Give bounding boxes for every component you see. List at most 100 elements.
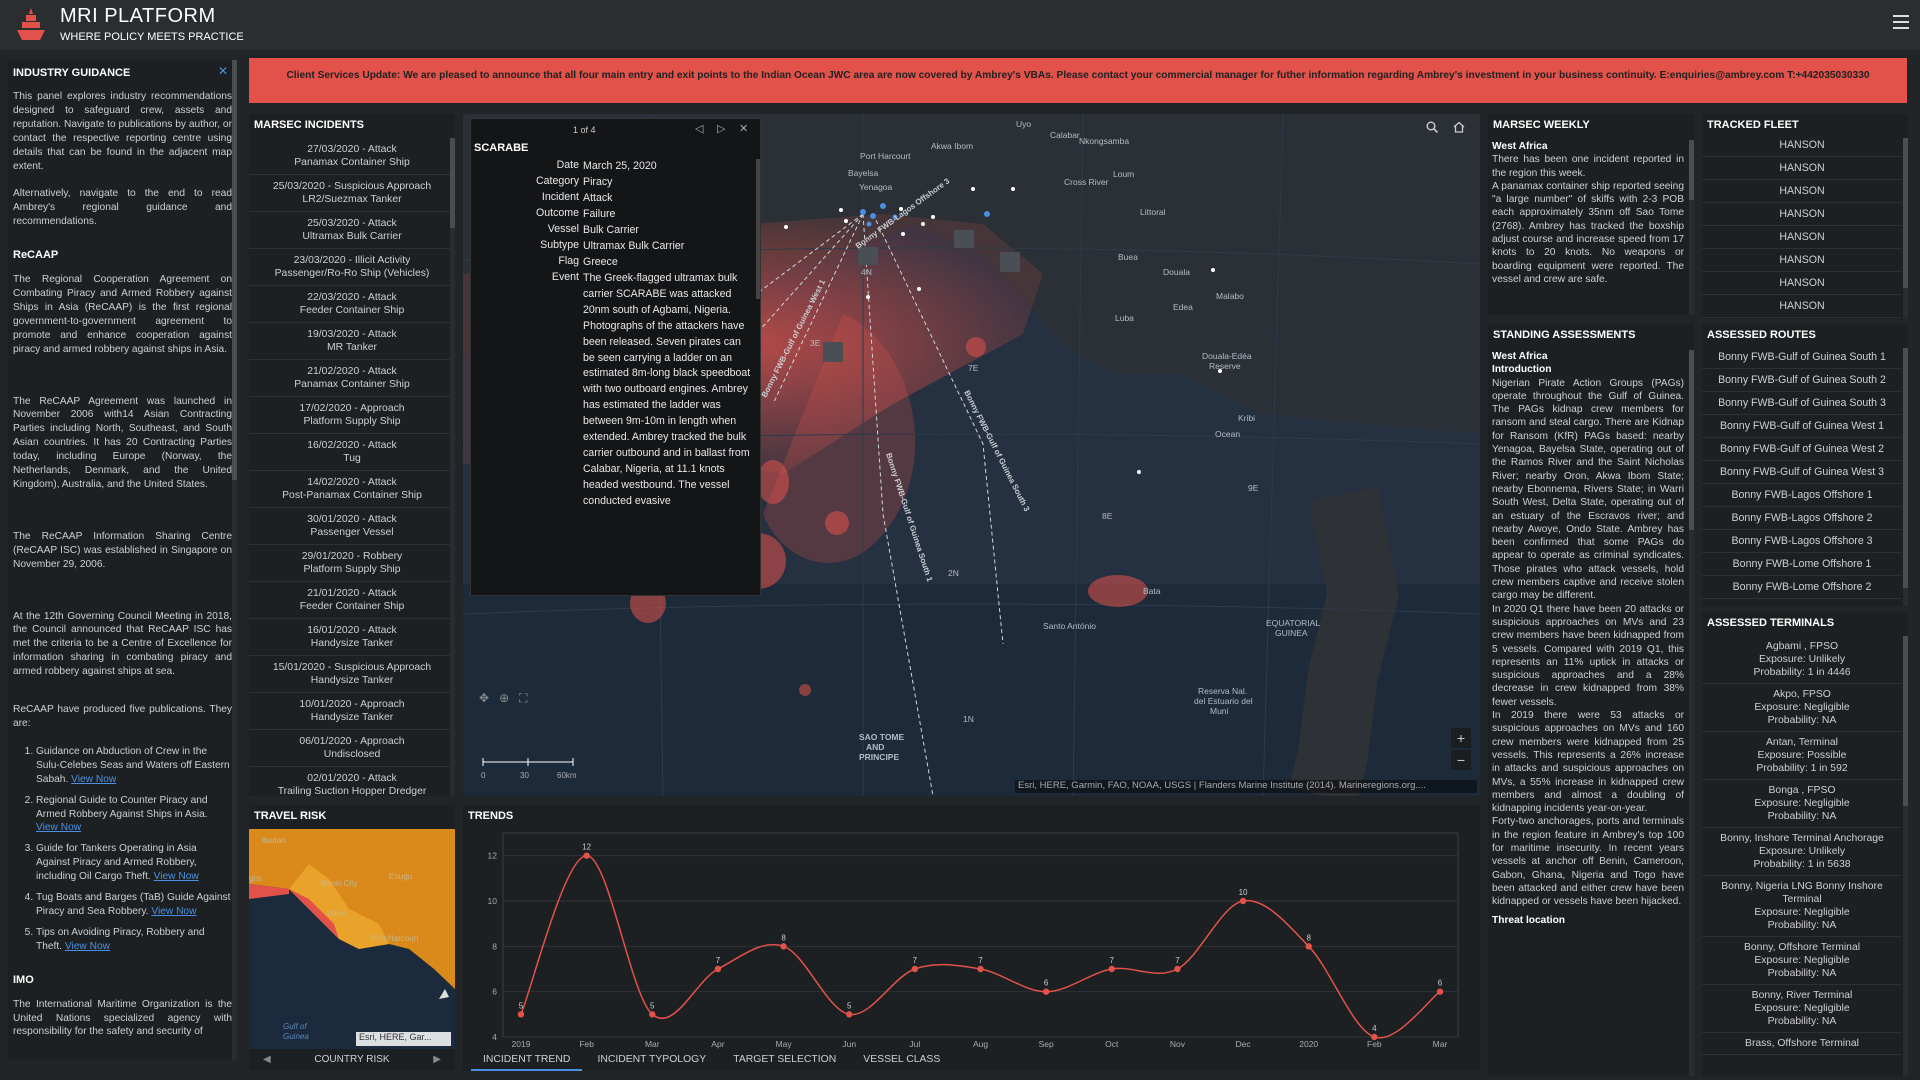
previous-icon[interactable]: ◁ xyxy=(695,122,703,135)
incident-list-item[interactable]: 29/01/2020 - Robbery Platform Supply Ship xyxy=(249,545,455,582)
route-item[interactable]: Bonny FWB-Lome Offshore 2 xyxy=(1702,576,1902,599)
data-point[interactable] xyxy=(1108,965,1115,973)
fleet-vessel-item[interactable]: HANSON xyxy=(1702,157,1902,180)
incident-list-item[interactable]: 21/01/2020 - Attack Feeder Container Ship xyxy=(249,582,455,619)
incident-list-item[interactable]: 17/02/2020 - Approach Platform Supply Shi… xyxy=(249,397,455,434)
scrollbar[interactable] xyxy=(232,60,237,1060)
fleet-vessel-item[interactable]: HANSON xyxy=(1702,249,1902,272)
terminal-item[interactable]: Bonga , FPSO Exposure: Negligible Probabil… xyxy=(1702,780,1902,828)
data-point[interactable] xyxy=(583,852,590,859)
incident-list-item[interactable]: 30/01/2020 - Attack Passenger Vessel xyxy=(249,508,455,545)
route-item[interactable]: Bonny FWB-Gulf of Guinea West 1 xyxy=(1702,415,1902,438)
data-point[interactable] xyxy=(1371,1033,1378,1041)
incident-list-item[interactable]: 02/01/2020 - Attack Trailing Suction Hopp… xyxy=(249,767,455,796)
svg-text:Gulf of: Gulf of xyxy=(283,1022,307,1031)
scrollbar[interactable] xyxy=(756,159,760,299)
data-point[interactable] xyxy=(1042,988,1050,995)
incident-list-item[interactable]: 25/03/2020 - Attack Ultramax Bulk Carrier xyxy=(249,212,455,249)
incident-list-item[interactable]: 27/03/2020 - Attack Panamax Container Shi… xyxy=(249,138,455,175)
fleet-vessel-item[interactable]: HANSON xyxy=(1702,134,1902,157)
zoom-in-button[interactable]: + xyxy=(1451,728,1471,748)
fleet-vessel-item[interactable]: HANSON xyxy=(1702,203,1902,226)
incident-list-item[interactable]: 25/03/2020 - Suspicious Approach LR2/Suez… xyxy=(249,175,455,212)
incident-list-item[interactable]: 14/02/2020 - Attack Post-Panamax Containe… xyxy=(249,471,455,508)
data-point[interactable] xyxy=(977,965,984,973)
view-now-link[interactable]: View Now xyxy=(36,822,81,833)
route-item[interactable]: Bonny FWB-Gulf of Guinea South 3 xyxy=(1702,392,1902,415)
incident-list-item[interactable]: 06/01/2020 - Approach Undisclosed xyxy=(249,730,455,767)
tab-incident-typology[interactable]: INCIDENT TYPOLOGY xyxy=(585,1049,718,1071)
terminal-item[interactable]: Bonny, Offshore Terminal Exposure: Neglig… xyxy=(1702,937,1902,985)
route-item[interactable]: Bonny FWB-Gulf of Guinea South 1 xyxy=(1702,346,1902,369)
route-item[interactable]: Bonny FWB-Lagos Offshore 3 xyxy=(1702,530,1902,553)
incident-date-type: 22/03/2020 - Attack xyxy=(307,292,397,303)
tab-vessel-class[interactable]: VESSEL CLASS xyxy=(851,1049,952,1071)
data-point[interactable] xyxy=(780,943,787,950)
incident-list-item[interactable]: 15/01/2020 - Suspicious Approach Handysiz… xyxy=(249,656,455,693)
incident-vessel-type: Handysize Tanker xyxy=(310,675,394,686)
data-point[interactable] xyxy=(1305,943,1312,950)
data-point[interactable] xyxy=(911,965,919,973)
previous-icon[interactable]: ◀ xyxy=(263,1049,271,1071)
route-item[interactable]: Bonny FWB-Gulf of Guinea West 2 xyxy=(1702,438,1902,461)
route-item[interactable]: Bonny FWB-Lome Offshore 1 xyxy=(1702,553,1902,576)
data-point[interactable] xyxy=(714,965,722,973)
terminal-item[interactable]: Bonny, Nigeria LNG Bonny Inshore Termina… xyxy=(1702,876,1902,937)
tab-incident-trend[interactable]: INCIDENT TREND xyxy=(471,1049,583,1071)
hamburger-menu-icon[interactable] xyxy=(1893,15,1909,29)
terminal-item[interactable]: Bonny, Inshore Terminal Anchorage Exposur… xyxy=(1702,828,1902,876)
terminal-item[interactable]: Antan, Terminal Exposure: Possible Probabi… xyxy=(1702,732,1902,780)
fleet-vessel-item[interactable]: HANSON xyxy=(1702,295,1902,318)
view-now-link[interactable]: View Now xyxy=(151,906,196,917)
incident-list-item[interactable]: 10/01/2020 - Approach Handysize Tanker xyxy=(249,693,455,730)
travel-risk-map[interactable]: Ibadan gos Benin City Enugu Warri Port Harcou… xyxy=(249,829,455,1049)
terminal-exposure: Exposure: Negligible xyxy=(1754,907,1850,918)
data-point[interactable] xyxy=(1174,965,1181,973)
scrollbar[interactable] xyxy=(1903,348,1908,606)
scrollbar[interactable] xyxy=(1689,350,1694,1076)
search-icon[interactable] xyxy=(1426,121,1438,133)
scrollbar[interactable] xyxy=(1903,636,1908,1076)
incident-list-item[interactable]: 21/02/2020 - Attack Panamax Container Shi… xyxy=(249,360,455,397)
scrollbar[interactable] xyxy=(1903,138,1908,319)
view-now-link[interactable]: View Now xyxy=(71,774,116,785)
route-item[interactable]: Bonny FWB-Lagos Offshore 1 xyxy=(1702,484,1902,507)
tab-country-risk[interactable]: COUNTRY RISK xyxy=(314,1054,389,1065)
incident-list-item[interactable]: 16/02/2020 - Attack Tug xyxy=(249,434,455,471)
tab-target-selection[interactable]: TARGET SELECTION xyxy=(721,1049,848,1071)
view-now-link[interactable]: View Now xyxy=(154,871,199,882)
zoom-out-button[interactable]: − xyxy=(1451,750,1471,770)
close-icon[interactable]: ✕ xyxy=(739,122,748,135)
data-point[interactable] xyxy=(846,1011,853,1018)
fleet-vessel-item[interactable]: HANSON xyxy=(1702,226,1902,249)
fleet-vessel-item[interactable]: HANSON xyxy=(1702,180,1902,203)
expand-icon[interactable]: ⛶ xyxy=(519,691,527,705)
incident-list-item[interactable]: 19/03/2020 - Attack MR Tanker xyxy=(249,323,455,360)
route-item[interactable]: Bonny FWB-Gulf of Guinea South 2 xyxy=(1702,369,1902,392)
data-point[interactable] xyxy=(1239,897,1247,905)
fleet-vessel-item[interactable]: HANSON xyxy=(1702,272,1902,295)
incident-list-item[interactable]: 23/03/2020 - Illicit Activity Passenger/R… xyxy=(249,249,455,286)
incident-list-item[interactable]: 22/03/2020 - Attack Feeder Container Ship xyxy=(249,286,455,323)
pan-icon[interactable]: ✥ xyxy=(479,691,489,705)
terminal-item[interactable]: Akpo, FPSO Exposure: Negligible Probabilit… xyxy=(1702,684,1902,732)
terminal-item[interactable]: Brass, Offshore Terminal xyxy=(1702,1033,1902,1055)
route-item[interactable]: Bonny FWB-Lagos Offshore 2 xyxy=(1702,507,1902,530)
home-icon[interactable] xyxy=(1453,121,1465,133)
zoom-to-icon[interactable]: ⊕ xyxy=(499,691,509,705)
route-item[interactable]: Bonny FWB-Gulf of Guinea West 3 xyxy=(1702,461,1902,484)
svg-text:Port Harcourt: Port Harcourt xyxy=(371,934,419,943)
next-icon[interactable]: ▶ xyxy=(433,1049,441,1071)
terminal-item[interactable]: Agbami , FPSO Exposure: Unlikely Probabili… xyxy=(1702,636,1902,684)
terminal-item[interactable]: Bonny, River Terminal Exposure: Negligibl… xyxy=(1702,985,1902,1033)
x-tick-label: Mar xyxy=(1433,1039,1448,1049)
next-icon[interactable]: ▷ xyxy=(717,122,725,135)
view-now-link[interactable]: View Now xyxy=(65,941,110,952)
collapse-icon[interactable]: ✕ xyxy=(218,64,228,78)
incident-list-item[interactable]: 16/01/2020 - Attack Handysize Tanker xyxy=(249,619,455,656)
data-point[interactable] xyxy=(517,1011,525,1018)
scrollbar[interactable] xyxy=(450,138,455,796)
data-point[interactable] xyxy=(649,1011,656,1018)
scrollbar[interactable] xyxy=(1689,140,1694,315)
data-point[interactable] xyxy=(1436,988,1444,995)
